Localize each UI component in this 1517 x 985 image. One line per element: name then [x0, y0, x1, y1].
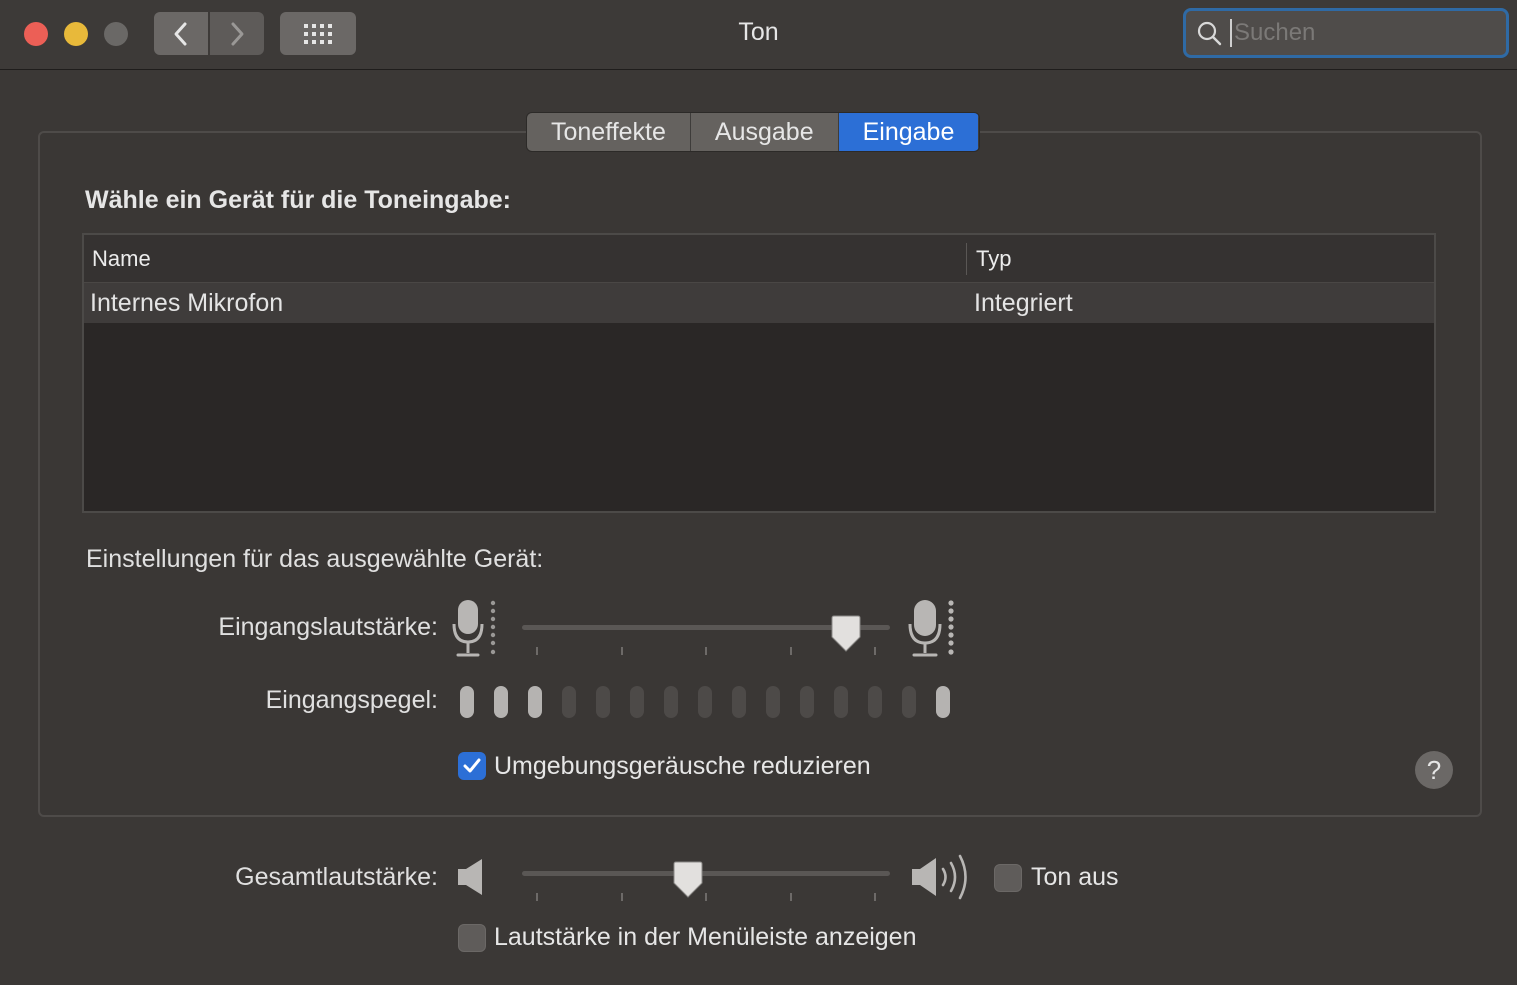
speaker-low-icon — [458, 859, 482, 895]
noise-reduction-label[interactable]: Umgebungsgeräusche reduzieren — [494, 752, 871, 781]
microphone-low-icon — [452, 600, 496, 657]
device-name: Internes Mikrofon — [90, 289, 284, 317]
tab-bar: Toneffekte Ausgabe Eingabe — [526, 112, 981, 152]
mute-label[interactable]: Ton aus — [1031, 863, 1119, 892]
device-heading: Wähle ein Gerät für die Toneingabe: — [85, 186, 511, 214]
column-divider — [966, 243, 967, 275]
level-bar — [868, 686, 882, 718]
level-bar — [528, 686, 542, 718]
output-volume-label: Gesamtlautstärke: — [235, 863, 438, 891]
level-bar — [664, 686, 678, 718]
level-bar — [630, 686, 644, 718]
table-row[interactable]: Internes Mikrofon Integriert — [84, 283, 1434, 323]
show-volume-in-menubar-checkbox[interactable] — [458, 924, 486, 952]
column-header-type[interactable]: Typ — [976, 246, 1011, 272]
speaker-high-icon — [912, 854, 967, 900]
level-bar — [834, 686, 848, 718]
slider-tick — [705, 647, 707, 655]
checkmark-icon — [463, 758, 481, 773]
input-volume-label: Eingangslautstärke: — [218, 613, 438, 641]
output-volume-slider-track[interactable] — [522, 871, 890, 876]
slider-tick — [621, 893, 623, 901]
search-field[interactable] — [1183, 8, 1509, 58]
search-icon — [1197, 21, 1222, 46]
level-bar — [732, 686, 746, 718]
slider-tick — [621, 647, 623, 655]
input-volume-slider-thumb[interactable] — [829, 615, 863, 653]
slider-tick — [536, 893, 538, 901]
mute-checkbox[interactable] — [994, 864, 1022, 892]
slider-tick — [705, 893, 707, 901]
level-bar — [562, 686, 576, 718]
input-level-label: Eingangspegel: — [265, 686, 438, 714]
level-bar — [460, 686, 474, 718]
level-bar — [800, 686, 814, 718]
slider-tick — [874, 647, 876, 655]
device-type: Integriert — [974, 289, 1073, 317]
level-bar — [936, 686, 950, 718]
level-bar — [766, 686, 780, 718]
slider-tick — [790, 647, 792, 655]
microphone-high-icon — [908, 600, 954, 657]
help-button[interactable]: ? — [1415, 751, 1453, 789]
title-bar: Ton — [0, 0, 1517, 70]
level-bar — [596, 686, 610, 718]
level-bar — [902, 686, 916, 718]
tab-ausgabe[interactable]: Ausgabe — [690, 113, 839, 151]
show-volume-in-menubar-label[interactable]: Lautstärke in der Menüleiste anzeigen — [494, 923, 917, 952]
device-table[interactable]: Name Typ Internes Mikrofon Integriert — [82, 233, 1436, 513]
search-input[interactable] — [1230, 19, 1490, 47]
noise-reduction-checkbox[interactable] — [458, 752, 486, 780]
level-bar — [494, 686, 508, 718]
level-bar — [698, 686, 712, 718]
slider-tick — [536, 647, 538, 655]
table-header: Name Typ — [84, 235, 1434, 283]
tab-eingabe[interactable]: Eingabe — [838, 113, 980, 151]
device-settings-label: Einstellungen für das ausgewählte Gerät: — [86, 545, 544, 573]
column-header-name[interactable]: Name — [92, 246, 151, 272]
slider-tick — [790, 893, 792, 901]
output-volume-slider-thumb[interactable] — [671, 861, 705, 899]
tab-toneffekte[interactable]: Toneffekte — [527, 113, 691, 151]
slider-tick — [874, 893, 876, 901]
